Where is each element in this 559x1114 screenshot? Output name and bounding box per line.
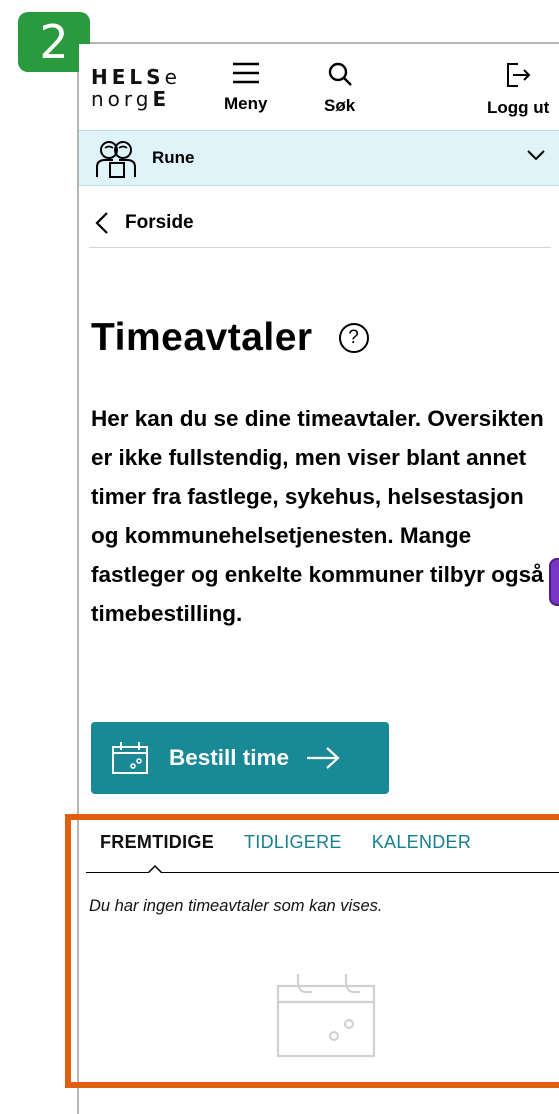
logout-icon	[507, 63, 531, 87]
menu-button[interactable]: Meny	[224, 62, 267, 114]
book-appointment-button[interactable]: Bestill time	[91, 722, 389, 794]
search-icon	[328, 62, 352, 86]
empty-state-message: Du har ingen timeavtaler som kan vises.	[89, 897, 383, 915]
calendar-icon	[112, 742, 148, 774]
caret-up-icon	[148, 864, 162, 873]
logo-text-1-tail: e	[164, 65, 181, 89]
tab-fremtidige[interactable]: FREMTIDIGE	[100, 832, 214, 853]
tab-kalender[interactable]: KALENDER	[372, 832, 471, 853]
tab-tidligere[interactable]: TIDLIGERE	[244, 832, 342, 853]
calendar-empty-icon	[276, 974, 376, 1058]
arrow-right-icon	[307, 747, 340, 769]
help-icon[interactable]: ?	[338, 323, 369, 353]
helsenorge-logo[interactable]: HELSe norgE	[91, 66, 181, 110]
users-icon	[96, 141, 136, 178]
logout-button[interactable]: Logg ut	[487, 62, 549, 118]
appointment-tabs: FREMTIDIGE TIDLIGERE KALENDER	[100, 832, 501, 853]
logo-text-1: HELS	[91, 65, 165, 89]
logo-text-2: norg	[91, 87, 153, 111]
page-title: Timeavtaler	[91, 316, 313, 359]
title-row: Timeavtaler ?	[91, 316, 369, 360]
logo-text-2-tail: E	[152, 87, 171, 111]
step-number: 2	[39, 15, 69, 69]
logout-label: Logg ut	[487, 98, 550, 117]
breadcrumb[interactable]: Forside	[89, 198, 551, 248]
search-button[interactable]: Søk	[324, 62, 355, 116]
user-selector[interactable]: Rune	[79, 130, 559, 186]
menu-label: Meny	[224, 94, 268, 113]
search-label: Søk	[324, 96, 356, 115]
app-header: HELSe norgE Meny Søk Logg ut	[79, 44, 559, 130]
side-floating-tab[interactable]	[549, 558, 559, 606]
help-glyph: ?	[348, 327, 359, 348]
user-name: Rune	[152, 148, 195, 167]
chevron-left-icon	[95, 211, 108, 234]
book-appointment-label: Bestill time	[169, 745, 290, 770]
hamburger-icon	[232, 62, 259, 84]
intro-text: Her kan du se dine timeavtaler. Oversikt…	[91, 406, 544, 626]
breadcrumb-home-link[interactable]: Forside	[125, 212, 194, 234]
chevron-down-icon	[527, 150, 545, 161]
frame-left-border	[77, 42, 79, 1114]
